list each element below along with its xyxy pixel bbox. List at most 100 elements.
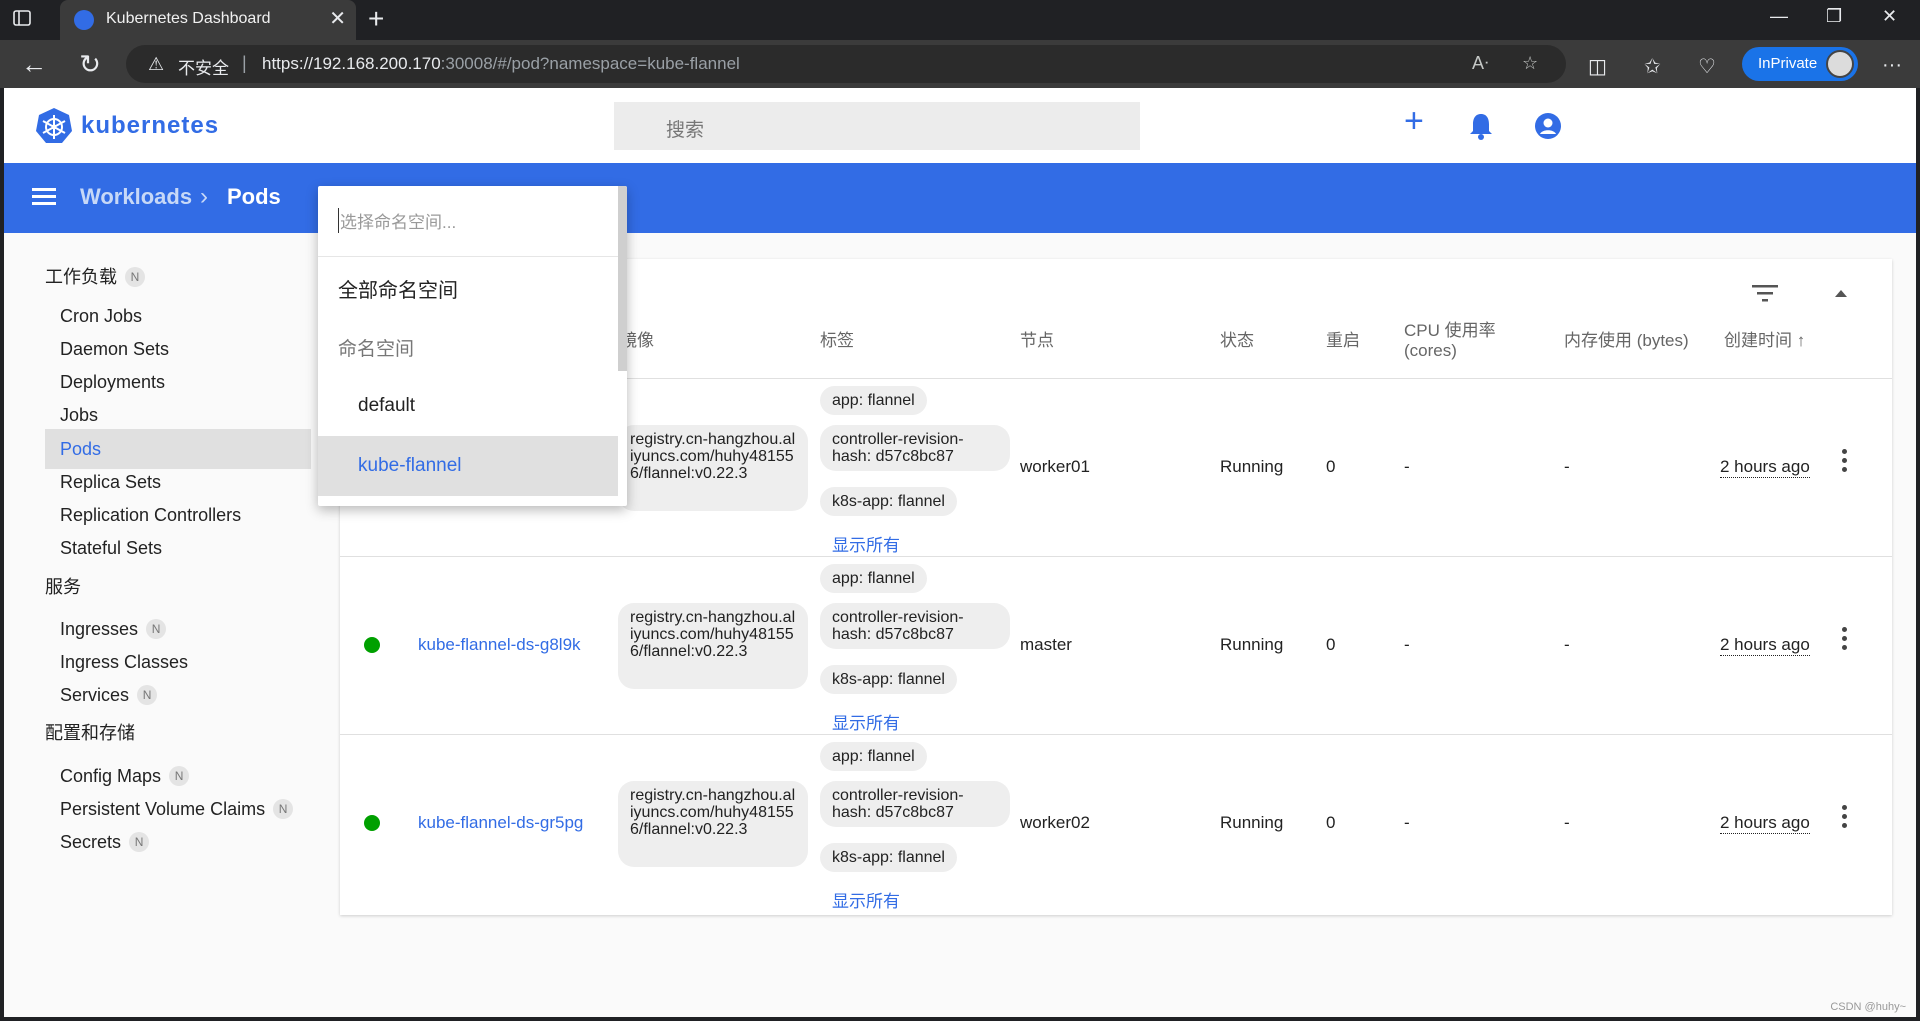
brand-name[interactable]: kubernetes — [81, 112, 219, 140]
column-header-node[interactable]: 节点 — [1020, 331, 1054, 351]
row-more-vert-icon[interactable] — [1840, 449, 1848, 479]
label-chip: app: flannel — [820, 742, 927, 771]
sidebar-section-workloads[interactable]: 工作负载 N — [45, 263, 145, 289]
sidebar-item-label: Ingresses — [60, 619, 139, 639]
column-header-restarts[interactable]: 重启 — [1326, 331, 1360, 351]
status-cell: Running — [1220, 635, 1284, 654]
sidebar: 工作负载 N Cron Jobs Daemon Sets Deployments … — [4, 233, 334, 1017]
browser-essentials-icon[interactable]: ♡ — [1698, 54, 1716, 79]
table-row: kube-flannel-ds-g8l9k registry.cn-hangzh… — [340, 556, 1892, 734]
row-more-vert-icon[interactable] — [1840, 805, 1848, 835]
breadcrumb-workloads[interactable]: Workloads — [80, 184, 192, 210]
label-chip: controller-revision-hash: d57c8bc87 — [820, 603, 1010, 649]
show-all-labels-link[interactable]: 显示所有 — [832, 531, 900, 556]
column-header-created-label: 创建时间 — [1724, 331, 1792, 350]
account-circle-icon[interactable] — [1534, 112, 1562, 140]
image-chip: registry.cn-hangzhou.aliyuncs.com/huhy48… — [618, 603, 808, 689]
sidebar-item-label: Services — [60, 685, 130, 705]
memory-cell: - — [1564, 813, 1570, 832]
pod-name-link[interactable]: kube-flannel-ds-g8l9k — [418, 635, 581, 655]
namespace-option-all[interactable]: 全部命名空间 — [338, 274, 458, 303]
created-time: 2 hours ago — [1720, 813, 1810, 834]
kubernetes-favicon-icon — [74, 10, 94, 30]
status-cell: Running — [1220, 457, 1284, 476]
more-menu-icon[interactable]: ··· — [1882, 54, 1902, 77]
minimize-icon[interactable]: — — [1770, 6, 1788, 27]
collapse-arrow-icon[interactable] — [1834, 289, 1848, 299]
new-badge: N — [137, 685, 158, 705]
watermark: CSDN @huhy~ — [1830, 1001, 1906, 1013]
tab-actions-icon[interactable] — [12, 8, 48, 32]
sidebar-section-services[interactable]: 服务 — [45, 573, 81, 599]
node-link[interactable]: worker02 — [1020, 813, 1090, 833]
security-label[interactable]: 不安全 — [178, 54, 229, 79]
column-header-created[interactable]: 创建时间 ↑ — [1724, 331, 1805, 351]
table-row: kube-flannel-ds-gr5pg registry.cn-hangzh… — [340, 734, 1892, 912]
close-tab-icon[interactable]: ✕ — [329, 8, 346, 30]
cpu-cell: - — [1404, 813, 1410, 832]
url-separator: | — [242, 53, 247, 73]
inprivate-button[interactable]: InPrivate — [1742, 47, 1858, 81]
app-header: kubernetes 搜索 + — [4, 88, 1916, 163]
new-badge: N — [169, 766, 190, 786]
sidebar-item-stateful-sets[interactable]: Stateful Sets — [45, 528, 311, 568]
refresh-icon[interactable]: ↻ — [74, 48, 106, 80]
sidebar-section-config-storage[interactable]: 配置和存储 — [45, 719, 135, 745]
window-close-icon[interactable]: ✕ — [1882, 6, 1897, 27]
show-all-labels-link[interactable]: 显示所有 — [832, 887, 900, 912]
image-chip: registry.cn-hangzhou.aliyuncs.com/huhy48… — [618, 781, 808, 867]
filter-icon[interactable] — [1752, 285, 1778, 303]
cpu-cell: - — [1404, 635, 1410, 654]
kubernetes-logo-icon[interactable] — [35, 107, 73, 145]
node-link[interactable]: master — [1020, 635, 1072, 655]
notifications-bell-icon[interactable] — [1468, 112, 1494, 140]
browser-tab-strip: Kubernetes Dashboard ✕ + — ❐ ✕ — [0, 0, 1920, 40]
favorite-star-icon[interactable]: ☆ — [1522, 53, 1538, 74]
dropdown-divider — [318, 256, 618, 257]
label-chip: k8s-app: flannel — [820, 843, 957, 872]
new-badge: N — [129, 832, 150, 852]
sidebar-item-secrets[interactable]: Secrets N — [45, 822, 311, 862]
memory-cell: - — [1564, 635, 1570, 654]
pod-name-link[interactable]: kube-flannel-ds-gr5pg — [418, 813, 583, 833]
menu-hamburger-icon[interactable] — [32, 188, 56, 206]
create-plus-icon[interactable]: + — [1404, 104, 1424, 138]
namespace-option-default[interactable]: default — [318, 376, 618, 436]
node-link[interactable]: worker01 — [1020, 457, 1090, 477]
row-more-vert-icon[interactable] — [1840, 627, 1848, 657]
namespace-filter-input[interactable]: 选择命名空间... — [338, 208, 456, 233]
label-chip: controller-revision-hash: d57c8bc87 — [820, 425, 1010, 471]
new-badge: N — [125, 267, 145, 287]
restore-icon[interactable]: ❐ — [1826, 6, 1842, 27]
running-status-icon — [364, 637, 380, 653]
dashboard-app: kubernetes 搜索 + Workloads › Pods 工作负载 N C… — [4, 88, 1916, 1017]
new-badge: N — [146, 619, 167, 639]
running-status-icon — [364, 815, 380, 831]
created-time: 2 hours ago — [1720, 457, 1810, 478]
label-chip: app: flannel — [820, 564, 927, 593]
read-aloud-icon[interactable]: Aᐧ — [1472, 53, 1489, 74]
dropdown-scrollbar[interactable] — [618, 186, 627, 371]
cpu-cell: - — [1404, 457, 1410, 476]
url-field[interactable]: ⚠ 不安全 | https://192.168.200.170:30008/#/… — [126, 45, 1566, 83]
label-chip: controller-revision-hash: d57c8bc87 — [820, 781, 1010, 827]
new-tab-icon[interactable]: + — [368, 4, 384, 34]
url-text[interactable]: https://192.168.200.170:30008/#/pod?name… — [262, 54, 740, 74]
breadcrumb-pods: Pods — [227, 184, 281, 209]
tab-title: Kubernetes Dashboard — [106, 10, 271, 27]
warning-icon[interactable]: ⚠ — [148, 54, 164, 75]
back-icon[interactable]: ← — [18, 48, 50, 80]
split-screen-icon[interactable]: ◫ — [1588, 54, 1607, 79]
sidebar-item-label: Config Maps — [60, 766, 162, 786]
search-input[interactable]: 搜索 — [614, 102, 1140, 150]
column-header-memory: 内存使用 (bytes) — [1564, 331, 1689, 350]
sidebar-item-services[interactable]: Services N — [45, 675, 311, 715]
restarts-cell: 0 — [1326, 635, 1336, 654]
chevron-right-icon: › — [200, 183, 208, 210]
show-all-labels-link[interactable]: 显示所有 — [832, 709, 900, 734]
column-header-status[interactable]: 状态 — [1220, 331, 1254, 351]
favorites-icon[interactable]: ✩ — [1644, 54, 1661, 79]
browser-tab[interactable]: Kubernetes Dashboard ✕ — [60, 0, 356, 40]
sidebar-item-label: Secrets — [60, 832, 122, 852]
namespace-option-kube-flannel[interactable]: kube-flannel — [318, 436, 618, 496]
